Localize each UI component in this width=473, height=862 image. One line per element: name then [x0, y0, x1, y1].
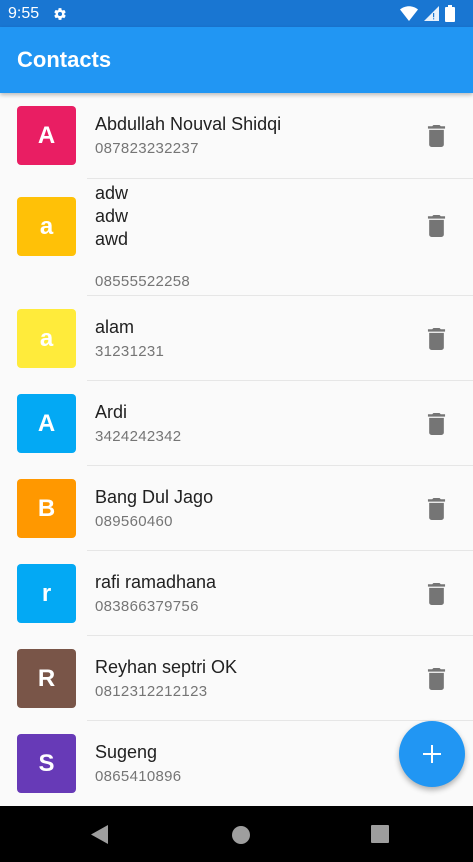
contact-list: A Abdullah Nouval Shidqi 087823232237 a … [0, 93, 473, 806]
status-bar: 9:55 [0, 0, 473, 27]
trash-icon[interactable] [427, 498, 446, 520]
avatar: r [17, 564, 76, 623]
plus-icon [423, 745, 441, 763]
contact-item[interactable]: R Reyhan septri OK 0812312212123 [0, 636, 473, 721]
contact-name: Reyhan septri OK [95, 657, 238, 677]
contact-phone: 089560460 [95, 513, 173, 530]
contact-phone: 0865410896 [95, 768, 182, 785]
avatar: a [17, 309, 76, 368]
contact-phone: 083866379756 [95, 598, 199, 615]
contact-phone: 087823232237 [95, 140, 199, 157]
contact-phone: 08555522258 [95, 273, 191, 290]
contact-name: Abdullah Nouval Shidqi [95, 114, 282, 134]
status-time: 9:55 [8, 4, 40, 22]
page-title: Contacts [17, 47, 112, 72]
trash-icon[interactable] [427, 328, 446, 350]
contact-item[interactable]: a alam 31231231 [0, 296, 473, 381]
contact-item[interactable]: r rafi ramadhana 083866379756 [0, 551, 473, 636]
contact-name: rafi ramadhana [95, 572, 217, 592]
avatar: A [17, 394, 76, 453]
recents-square-icon[interactable] [371, 825, 389, 843]
trash-icon[interactable] [427, 668, 446, 690]
battery-icon [445, 5, 455, 22]
home-circle-icon[interactable] [232, 826, 250, 844]
contact-name: Ardi [95, 402, 128, 422]
contact-phone: 31231231 [95, 343, 165, 360]
back-triangle-icon[interactable] [91, 825, 109, 844]
contact-name: alam [95, 317, 135, 337]
avatar: B [17, 479, 76, 538]
contact-item[interactable]: B Bang Dul Jago 089560460 [0, 466, 473, 551]
contact-item[interactable]: a adw adw awd 08555522258 [0, 179, 473, 296]
status-indicators [400, 5, 455, 22]
gear-icon [54, 7, 66, 20]
contact-item[interactable]: A Abdullah Nouval Shidqi 087823232237 [0, 93, 473, 179]
add-contact-button[interactable] [399, 721, 465, 787]
contact-phone: 3424242342 [95, 428, 182, 445]
trash-icon[interactable] [427, 583, 446, 605]
trash-icon[interactable] [427, 125, 446, 147]
avatar: R [17, 649, 76, 708]
signal-icon [424, 6, 439, 21]
contact-name: Bang Dul Jago [95, 487, 214, 507]
contact-name: Sugeng [95, 742, 158, 762]
trash-icon[interactable] [427, 413, 446, 435]
avatar: A [17, 106, 76, 165]
avatar: a [17, 197, 76, 256]
app-bar: Contacts [0, 27, 473, 93]
contact-item[interactable]: A Ardi 3424242342 [0, 381, 473, 466]
contact-name: adw adw awd [95, 183, 129, 249]
trash-icon[interactable] [427, 215, 446, 237]
wifi-icon [400, 6, 418, 21]
contact-phone: 0812312212123 [95, 683, 208, 700]
avatar: S [17, 734, 76, 793]
